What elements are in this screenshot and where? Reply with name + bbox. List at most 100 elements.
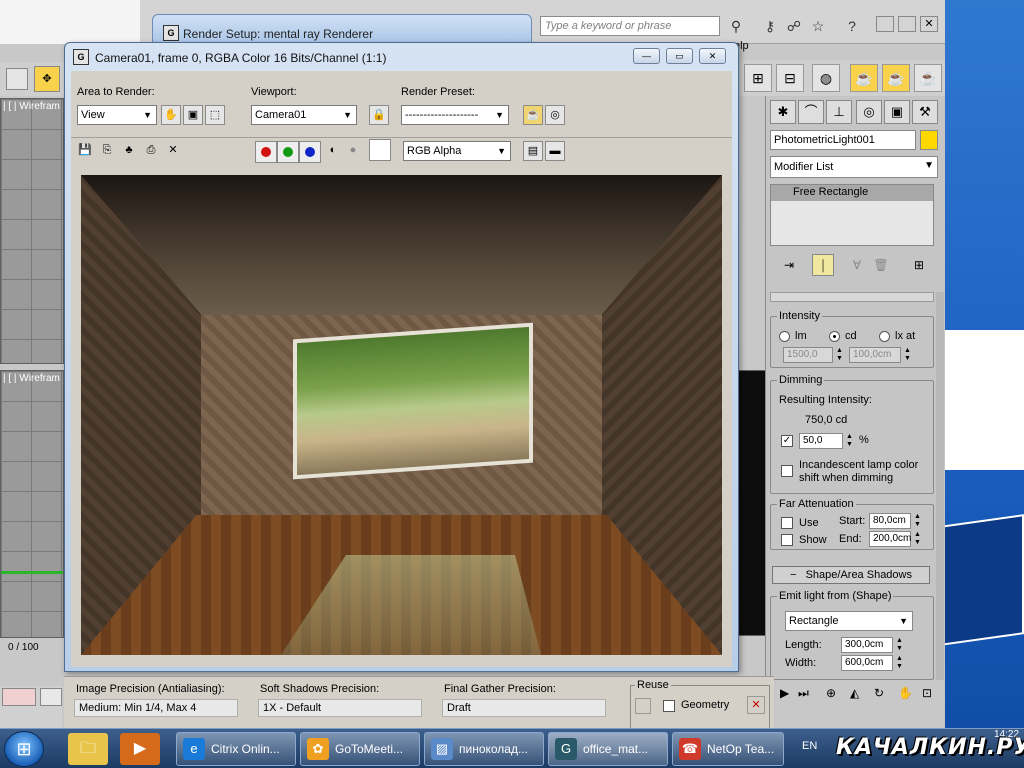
spinner-arrows-icon[interactable]: ▲ ▼	[845, 433, 854, 449]
soft-shadows-slider[interactable]: 1X - Default	[258, 699, 422, 717]
pin-stack-icon[interactable]: ⇥	[778, 254, 800, 276]
search-input[interactable]: Type a keyword or phrase	[540, 16, 720, 36]
listener-box[interactable]	[2, 688, 36, 706]
spinner-arrows-icon[interactable]: ▲ ▼	[895, 655, 904, 671]
spinner-arrows-icon[interactable]: ▲ ▼	[895, 637, 904, 653]
display-tab-icon[interactable]: ▣	[884, 100, 910, 124]
rendered-frame-icon[interactable]: ☕	[882, 64, 910, 92]
viewport-perspective[interactable]	[738, 370, 766, 636]
save-image-icon[interactable]: 💾	[75, 141, 95, 161]
select-icon[interactable]	[6, 68, 28, 90]
orbit-icon[interactable]: ↻	[874, 686, 884, 700]
make-unique-icon[interactable]: ∀	[846, 254, 868, 276]
image-precision-slider[interactable]: Medium: Min 1/4, Max 4	[74, 699, 238, 717]
final-gather-slider[interactable]: Draft	[442, 699, 606, 717]
remove-modifier-icon[interactable]: 🗑	[870, 254, 892, 276]
spinner-arrows-icon[interactable]: ▲ ▼	[835, 347, 844, 363]
binoculars-icon[interactable]: ⚲	[726, 16, 746, 36]
dimming-percent-field[interactable]: 50,0	[799, 433, 843, 449]
region-select-icon[interactable]: ⬚	[205, 105, 225, 125]
maximize-button[interactable]: ▭	[666, 48, 693, 64]
signal-icon[interactable]: ☍	[784, 16, 804, 36]
status-field[interactable]	[40, 688, 62, 706]
copy-image-icon[interactable]: ⎘	[97, 141, 117, 161]
minimize-icon[interactable]	[876, 16, 894, 32]
toggle-ui-overlay-icon[interactable]: ▤	[523, 141, 543, 161]
edit-region-icon[interactable]: ✋	[161, 105, 181, 125]
taskbar-item-gotomeeting[interactable]: ✿ GoToMeeti...	[300, 732, 420, 766]
auto-region-icon[interactable]: ▣	[183, 105, 203, 125]
width-field[interactable]: 600,0cm	[841, 655, 893, 671]
intensity-value-field[interactable]: 1500,0	[783, 347, 833, 363]
command-panel-scrollbar[interactable]	[936, 292, 944, 732]
next-frame-icon[interactable]: ⏭	[798, 686, 809, 701]
viewport-dropdown[interactable]: Camera01 ▼	[251, 105, 357, 125]
red-channel-toggle[interactable]	[255, 141, 277, 163]
taskbar-item-3dsmax[interactable]: Goffice_mat...	[548, 732, 668, 766]
key-icon[interactable]: ⚷	[760, 16, 780, 36]
green-channel-toggle[interactable]	[277, 141, 299, 163]
configure-modifier-sets-icon[interactable]: ⊞	[908, 254, 930, 276]
motion-tab-icon[interactable]: ◎	[856, 100, 882, 124]
geometry-checkbox[interactable]	[663, 700, 675, 712]
move-icon[interactable]: ✥	[34, 66, 60, 92]
maximize-icon[interactable]	[898, 16, 916, 32]
field-of-view-icon[interactable]: ◭	[850, 686, 859, 700]
lock-icon[interactable]	[635, 698, 651, 714]
far-use-checkbox[interactable]	[781, 517, 793, 529]
clear-icon[interactable]: ✕	[163, 141, 183, 161]
maximize-viewport-icon[interactable]: ⊡	[922, 686, 932, 700]
start-button[interactable]: ⊞	[4, 731, 44, 767]
channel-display-dropdown[interactable]: RGB Alpha ▼	[403, 141, 511, 161]
swatch-color[interactable]	[369, 139, 391, 161]
far-end-field[interactable]: 200,0cm	[869, 531, 911, 547]
schematic-icon[interactable]: ⊟	[776, 64, 804, 92]
taskbar-item-netop[interactable]: ☎ NetOp Tea...	[672, 732, 784, 766]
spinner-arrows-icon[interactable]: ▲ ▼	[913, 513, 922, 529]
blue-channel-toggle[interactable]	[299, 141, 321, 163]
modify-tab-icon[interactable]: ⌒	[798, 100, 824, 124]
pan-icon[interactable]: ✋	[898, 686, 913, 700]
area-to-render-dropdown[interactable]: View ▼	[77, 105, 157, 125]
shape-dropdown[interactable]: Rectangle ▼	[785, 611, 913, 631]
object-color-swatch[interactable]	[920, 130, 938, 150]
graph-editor-icon[interactable]: ⊞	[744, 64, 772, 92]
spinner-arrows-icon[interactable]: ▲ ▼	[913, 531, 922, 547]
dimming-checkbox[interactable]: ✓	[781, 435, 793, 447]
render-production-icon[interactable]: ☕	[914, 64, 942, 92]
render-setup-icon[interactable]: ☕	[850, 64, 878, 92]
material-editor-icon[interactable]: ◍	[812, 64, 840, 92]
print-image-icon[interactable]: ⎙	[141, 141, 161, 161]
favorites-star-icon[interactable]: ☆	[808, 16, 828, 36]
modifier-list-dropdown[interactable]: Modifier List ▼	[770, 156, 938, 178]
spinner-arrows-icon[interactable]: ▲ ▼	[903, 347, 912, 363]
far-start-field[interactable]: 80,0cm	[869, 513, 911, 529]
explorer-icon[interactable]: 🗀	[68, 733, 108, 765]
environment-effects-icon[interactable]: ◎	[545, 105, 565, 125]
zoom-icon[interactable]: ⊕	[826, 686, 836, 700]
stack-item[interactable]: Free Rectangle	[771, 185, 933, 201]
lx-at-radio[interactable]	[879, 331, 890, 342]
far-show-checkbox[interactable]	[781, 534, 793, 546]
close-icon[interactable]: ✕	[920, 16, 938, 32]
object-name-field[interactable]: PhotometricLight001	[770, 130, 916, 150]
monochrome-icon[interactable]: ●	[343, 141, 363, 161]
language-indicator[interactable]: EN	[802, 740, 817, 752]
help-icon[interactable]: ?	[842, 16, 862, 36]
media-player-icon[interactable]: ▶	[120, 733, 160, 765]
taskbar-item-citrix[interactable]: e Citrix Onlin...	[176, 732, 296, 766]
clone-window-icon[interactable]: ♣	[119, 141, 139, 161]
render-preset-dropdown[interactable]: -------------------- ▼	[401, 105, 509, 125]
close-button[interactable]: ✕	[699, 48, 726, 64]
play-icon[interactable]: ▶	[780, 686, 789, 700]
clear-geometry-cache-icon[interactable]: ✕	[747, 696, 765, 714]
lm-radio[interactable]	[779, 331, 790, 342]
toggle-ui-icon[interactable]: ▬	[545, 141, 565, 161]
create-tab-icon[interactable]: ✱	[770, 100, 796, 124]
render-setup-icon[interactable]: ☕	[523, 105, 543, 125]
lx-distance-field[interactable]: 100,0cm	[849, 347, 901, 363]
time-slider[interactable]: 0 / 100	[0, 640, 62, 656]
cd-radio[interactable]	[829, 331, 840, 342]
lock-icon[interactable]: 🔒	[369, 105, 389, 125]
show-end-result-icon[interactable]: ⏐	[812, 254, 834, 276]
